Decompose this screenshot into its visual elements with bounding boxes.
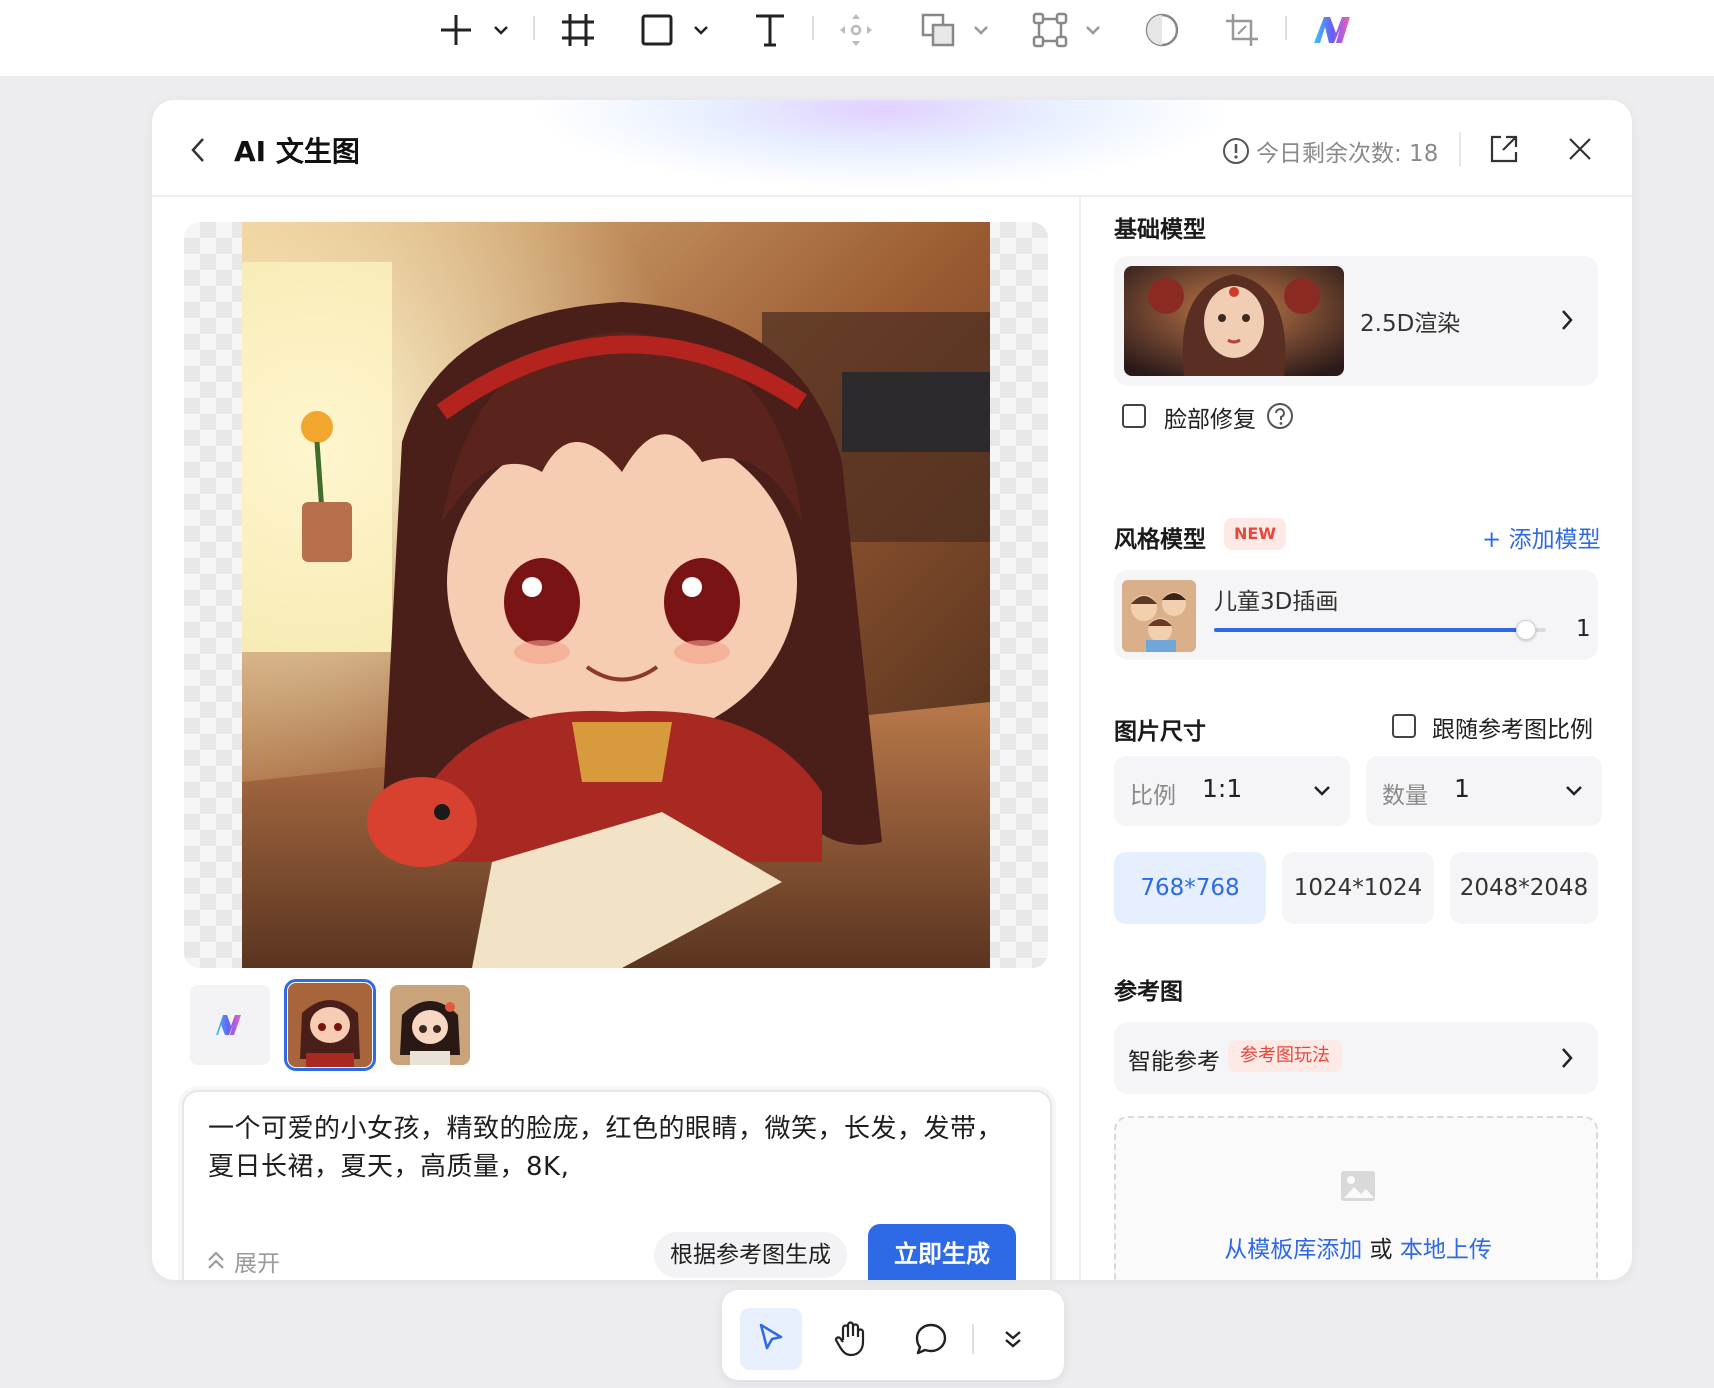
- dialog-title: AI 文生图: [234, 135, 360, 168]
- chevron-down-icon: [1314, 786, 1330, 796]
- prompt-input[interactable]: 一个可爱的小女孩，精致的脸庞，红色的眼睛，微笑，长发，发带，夏日长裙，夏天，高质…: [208, 1110, 1028, 1186]
- generate-from-reference-button[interactable]: 根据参考图生成: [654, 1232, 847, 1278]
- ai-logo-icon[interactable]: [1310, 8, 1354, 52]
- plus-icon[interactable]: [436, 8, 476, 52]
- local-upload-link[interactable]: 本地上传: [1400, 1237, 1492, 1263]
- size-option-1024[interactable]: 1024*1024: [1282, 852, 1434, 924]
- style-model-name: 儿童3D插画: [1214, 589, 1339, 615]
- ai-text-to-image-dialog: AI 文生图 今日剩余次数: 18 一个可爱的小女孩，精致的脸庞，红色的眼睛，微…: [152, 100, 1632, 1280]
- ai-logo-icon: [216, 1015, 241, 1035]
- count-label: 数量: [1382, 783, 1428, 809]
- more-icon[interactable]: [988, 1308, 1038, 1370]
- prompt-box: 一个可爱的小女孩，精致的脸庞，红色的眼睛，微笑，长发，发带，夏日长裙，夏天，高质…: [182, 1090, 1052, 1280]
- style-model-card: 儿童3D插画 1: [1114, 570, 1598, 660]
- thumbnail-preview: [288, 983, 372, 1067]
- base-model-thumbnail: [1124, 266, 1344, 376]
- ratio-select[interactable]: 比例 1:1: [1114, 756, 1350, 826]
- slider-fill: [1214, 628, 1527, 632]
- chevron-down-icon: [1566, 786, 1582, 796]
- help-icon[interactable]: [1266, 402, 1294, 430]
- reference-upload-area[interactable]: 从模板库添加 或 本地上传: [1114, 1116, 1598, 1280]
- add-from-templates-link[interactable]: 从模板库添加: [1224, 1237, 1362, 1263]
- comment-icon[interactable]: [900, 1308, 962, 1370]
- base-model-card[interactable]: 2.5D渲染: [1114, 256, 1598, 386]
- new-badge: NEW: [1224, 518, 1286, 550]
- follow-ratio-checkbox[interactable]: [1392, 714, 1416, 738]
- toolbar-divider: [972, 1324, 974, 1354]
- chevron-right-icon: [1562, 310, 1573, 330]
- generated-image-preview: [184, 222, 1048, 968]
- base-model-title: 基础模型: [1114, 217, 1206, 243]
- style-model-title: 风格模型: [1114, 527, 1206, 553]
- reference-play-badge: 参考图玩法: [1228, 1040, 1342, 1072]
- bottom-toolbar: [722, 1290, 1064, 1380]
- or-text: 或: [1369, 1237, 1393, 1263]
- chevron-down-icon[interactable]: [690, 8, 712, 52]
- image-icon: [1341, 1171, 1375, 1201]
- style-weight-value: 1: [1576, 616, 1591, 642]
- toolbar-divider: [533, 16, 535, 40]
- style-weight-slider[interactable]: [1214, 620, 1546, 640]
- expand-toggle[interactable]: 展开: [206, 1244, 280, 1278]
- face-fix-checkbox[interactable]: [1122, 404, 1146, 428]
- thumbnail-preview: [390, 985, 470, 1065]
- style-model-thumbnail: [1122, 580, 1196, 652]
- chevron-down-icon[interactable]: [1082, 8, 1104, 52]
- ratio-label: 比例: [1130, 783, 1176, 809]
- count-value: 1: [1454, 774, 1470, 803]
- circle-icon[interactable]: [1142, 8, 1182, 52]
- chevron-right-icon: [1562, 1048, 1573, 1068]
- thumbnail-image-2[interactable]: [390, 985, 470, 1065]
- thumbnail-placeholder[interactable]: [190, 985, 270, 1065]
- smart-reference-label: 智能参考: [1128, 1049, 1220, 1075]
- crop-icon[interactable]: [1222, 8, 1262, 52]
- frame-icon[interactable]: [558, 8, 598, 52]
- chevron-down-icon[interactable]: [970, 8, 992, 52]
- size-option-2048[interactable]: 2048*2048: [1450, 852, 1598, 924]
- toolbar-divider: [1285, 16, 1287, 40]
- vector-icon[interactable]: [1030, 8, 1070, 52]
- settings-panel: 基础模型 2.5D渲染 脸部修复 风格模型 NEW + 添加模型 儿童3D插画 …: [1114, 100, 1614, 1280]
- face-fix-label: 脸部修复: [1164, 407, 1256, 433]
- chevron-down-icon[interactable]: [490, 8, 512, 52]
- size-option-768[interactable]: 768*768: [1114, 852, 1266, 924]
- image-size-title: 图片尺寸: [1114, 719, 1206, 745]
- thumbnail-strip: [190, 979, 470, 1071]
- select-icon[interactable]: [740, 1308, 802, 1370]
- add-model-link[interactable]: + 添加模型: [1482, 520, 1601, 554]
- count-select[interactable]: 数量 1: [1366, 756, 1602, 826]
- expand-label: 展开: [234, 1251, 280, 1277]
- top-toolbar: [0, 0, 1714, 76]
- generate-now-button[interactable]: 立即生成: [868, 1224, 1016, 1280]
- back-arrow-icon[interactable]: [188, 136, 208, 168]
- ratio-value: 1:1: [1202, 774, 1243, 803]
- text-icon[interactable]: [750, 8, 790, 52]
- reference-title: 参考图: [1114, 979, 1183, 1005]
- base-model-name: 2.5D渲染: [1360, 311, 1461, 337]
- thumbnail-image-1[interactable]: [284, 979, 376, 1071]
- smart-reference-row[interactable]: 智能参考 参考图玩法: [1114, 1022, 1598, 1094]
- rectangle-icon[interactable]: [638, 8, 676, 52]
- boolean-icon[interactable]: [918, 8, 958, 52]
- hand-icon[interactable]: [820, 1308, 882, 1370]
- generated-image: [242, 222, 990, 968]
- panel-divider: [1079, 197, 1081, 1280]
- toolbar-divider: [812, 16, 814, 40]
- follow-ratio-label: 跟随参考图比例: [1432, 717, 1593, 743]
- slider-handle[interactable]: [1516, 620, 1537, 640]
- move-icon[interactable]: [836, 8, 876, 52]
- upload-text: 从模板库添加 或 本地上传: [1116, 1230, 1600, 1264]
- chevron-double-up-icon: [208, 1251, 224, 1269]
